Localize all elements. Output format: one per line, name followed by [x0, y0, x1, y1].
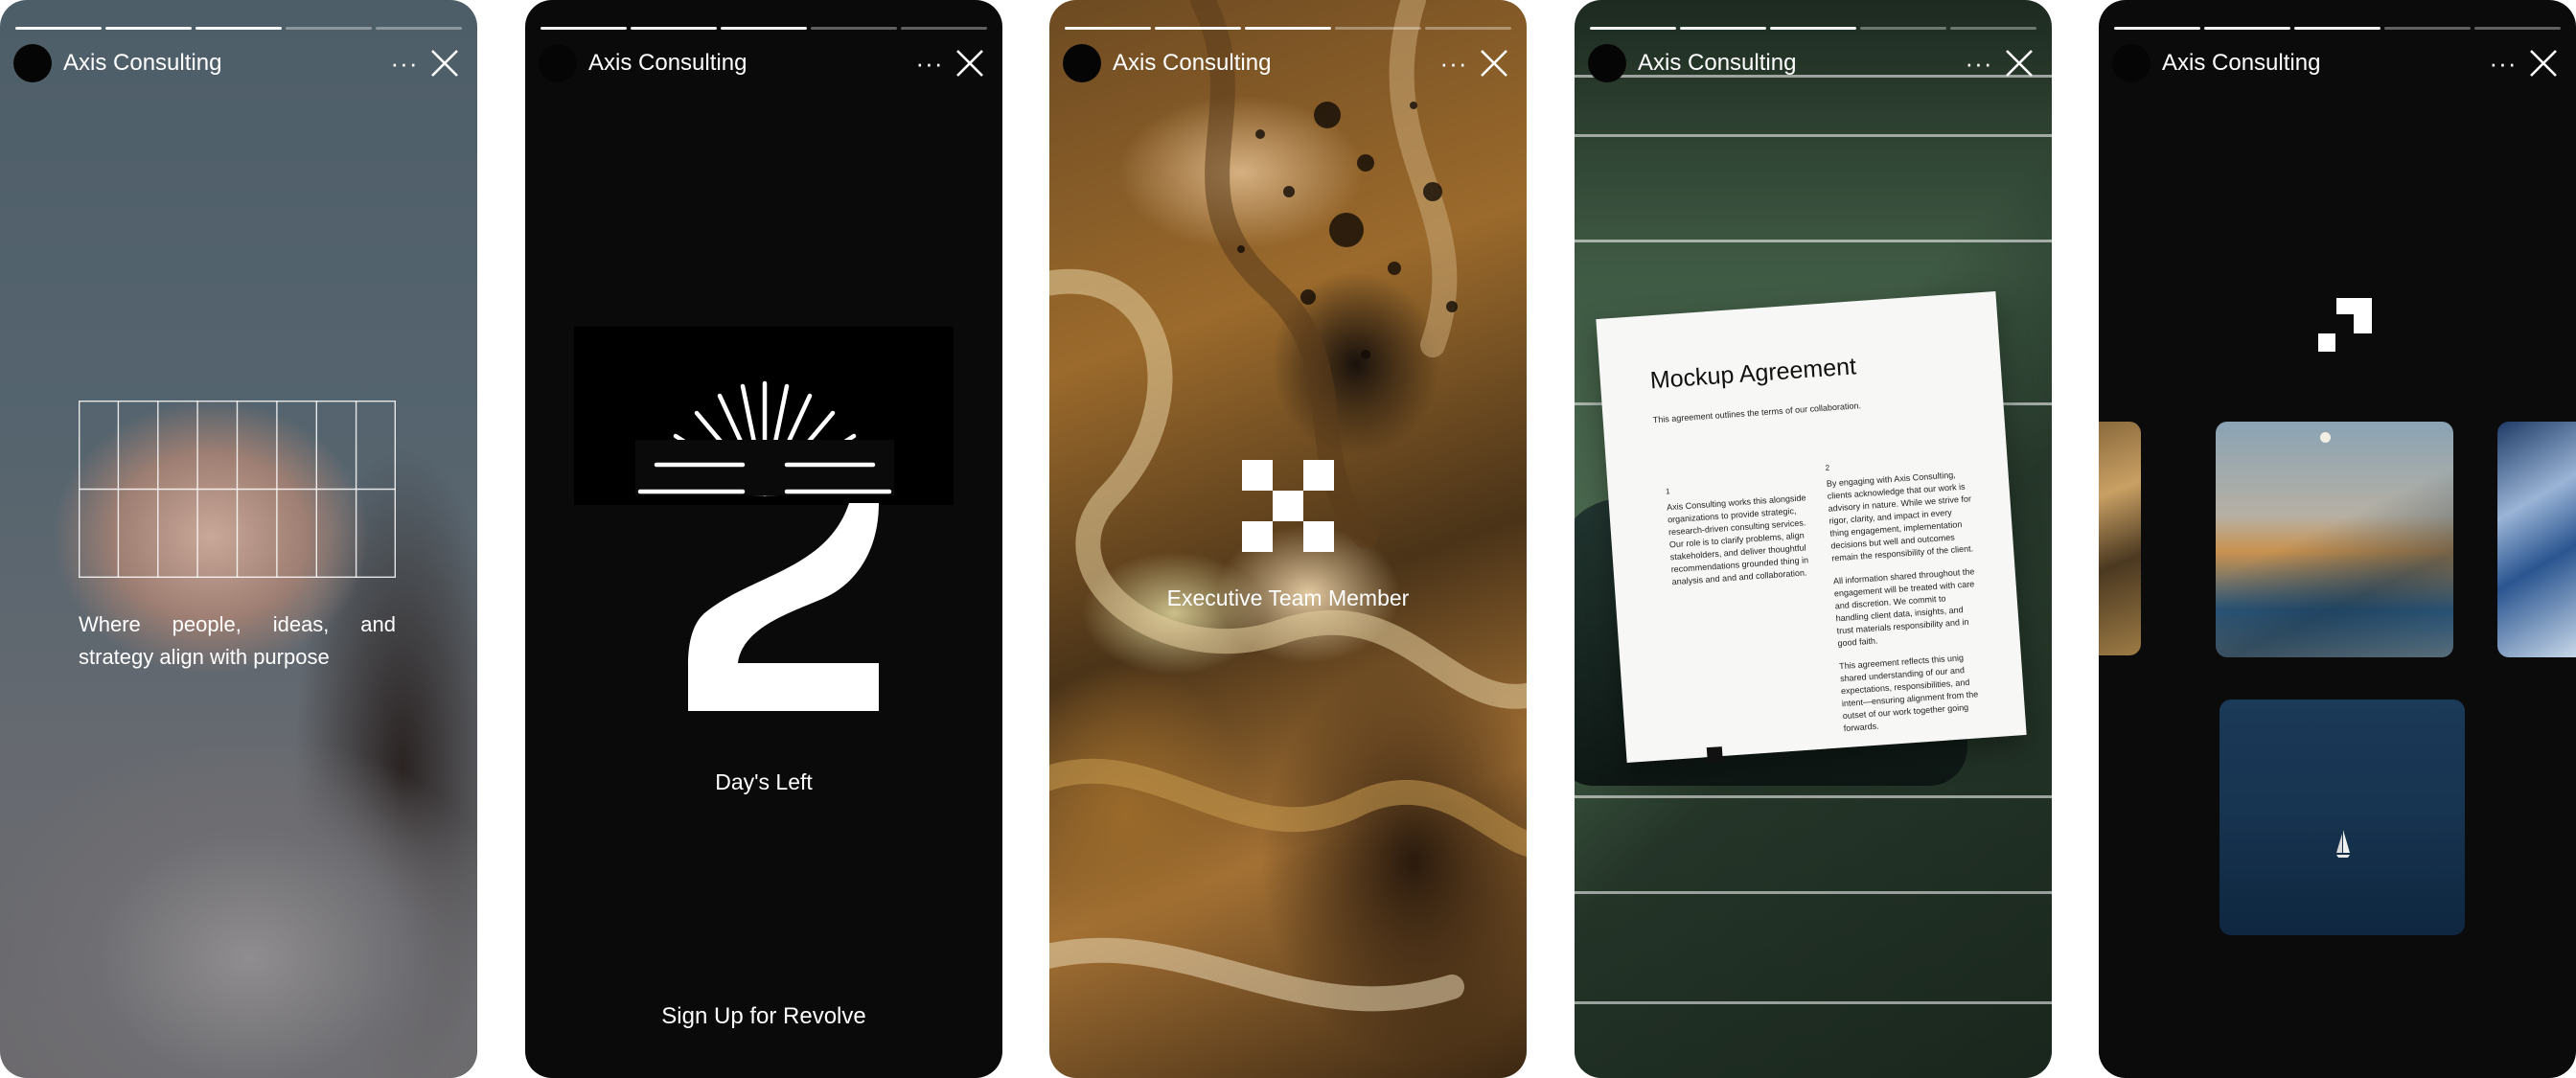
progress-segment	[1680, 27, 1766, 30]
more-icon[interactable]: ···	[1958, 44, 2000, 82]
brand-name[interactable]: Axis Consulting	[1638, 50, 1958, 77]
progress-segment	[286, 27, 372, 30]
checker-logo-icon	[1242, 460, 1334, 552]
document-title: Mockup Agreement	[1648, 353, 1857, 395]
progress-segment	[540, 27, 627, 30]
close-icon[interactable]	[2524, 44, 2563, 82]
countdown-label: Day's Left	[715, 769, 813, 794]
progress-segment	[2204, 27, 2290, 30]
progress-bar	[1065, 27, 1511, 30]
progress-segment	[1950, 27, 2036, 30]
document-column-left: 1 Axis Consulting works this alongside o…	[1666, 475, 1817, 599]
gallery-image-blue-marble[interactable]	[2497, 422, 2576, 657]
more-icon[interactable]: ···	[908, 44, 951, 82]
sunrise-number-two-icon	[635, 380, 894, 711]
progress-segment	[1335, 27, 1421, 30]
gallery-image-marble[interactable]	[2099, 422, 2141, 655]
story-header: Axis Consulting ···	[13, 44, 464, 82]
brand-name[interactable]: Axis Consulting	[63, 50, 383, 77]
progress-bar	[2114, 27, 2561, 30]
story-header: Axis Consulting ···	[1588, 44, 2038, 82]
avatar[interactable]	[1588, 44, 1626, 82]
progress-segment	[1155, 27, 1241, 30]
close-icon[interactable]	[951, 44, 989, 82]
document-paragraph: All information shared throughout the en…	[1832, 566, 1975, 649]
more-icon[interactable]: ···	[383, 44, 426, 82]
document-column-right: 2 By engaging with Axis Consulting, clie…	[1825, 451, 1988, 745]
parking-line	[1575, 891, 2052, 894]
progress-segment	[901, 27, 987, 30]
progress-segment	[1860, 27, 1946, 30]
more-icon[interactable]: ···	[2482, 44, 2524, 82]
close-icon[interactable]	[2000, 44, 2038, 82]
story-card-1[interactable]: Axis Consulting ··· Where people, ideas,…	[0, 0, 477, 1078]
close-icon[interactable]	[426, 44, 464, 82]
member-label: Executive Team Member	[1166, 585, 1410, 610]
progress-segment	[811, 27, 897, 30]
progress-bar	[540, 27, 987, 30]
progress-segment	[1590, 27, 1676, 30]
moon-icon	[2320, 432, 2331, 443]
progress-segment	[1425, 27, 1511, 30]
progress-segment	[1245, 27, 1331, 30]
parking-line	[1575, 1001, 2052, 1004]
story-caption: Where people, ideas, and strategy align …	[79, 612, 396, 669]
more-icon[interactable]: ···	[1433, 44, 1475, 82]
parking-line	[1575, 134, 2052, 137]
story-card-2[interactable]: Axis Consulting ··· Day's Left Sign Up f…	[525, 0, 1002, 1078]
brand-name[interactable]: Axis Consulting	[588, 50, 908, 77]
close-icon[interactable]	[1475, 44, 1513, 82]
gallery-image-dune[interactable]	[2216, 422, 2453, 657]
progress-segment	[376, 27, 462, 30]
document-subtitle: This agreement outlines the terms of our…	[1652, 401, 1862, 425]
progress-segment	[15, 27, 102, 30]
progress-segment	[196, 27, 282, 30]
story-card-5[interactable]: Axis Consulting ···	[2099, 0, 2576, 1078]
progress-segment	[721, 27, 807, 30]
avatar[interactable]	[539, 44, 577, 82]
progress-segment	[2384, 27, 2471, 30]
story-header: Axis Consulting ···	[2112, 44, 2563, 82]
square-mark-icon	[1706, 746, 1723, 764]
gallery-image-sea[interactable]	[2220, 700, 2465, 935]
progress-bar	[1590, 27, 2036, 30]
avatar[interactable]	[2112, 44, 2150, 82]
avatar[interactable]	[1063, 44, 1101, 82]
progress-segment	[2114, 27, 2200, 30]
parking-line	[1575, 795, 2052, 798]
story-header: Axis Consulting ···	[539, 44, 989, 82]
story-card-4[interactable]: Axis Consulting ··· Mockup Agreement Thi…	[1575, 0, 2052, 1078]
story-header: Axis Consulting ···	[1063, 44, 1513, 82]
progress-bar	[15, 27, 462, 30]
signup-button[interactable]: Sign Up for Revolve	[525, 1003, 1002, 1030]
document-paragraph: Axis Consulting works this alongside org…	[1666, 493, 1809, 587]
progress-segment	[1770, 27, 1856, 30]
agreement-document: Mockup Agreement This agreement outlines…	[1596, 290, 2027, 764]
progress-segment	[2294, 27, 2380, 30]
progress-segment	[631, 27, 717, 30]
progress-segment	[1065, 27, 1151, 30]
corner-logo-icon	[2318, 298, 2372, 352]
avatar[interactable]	[13, 44, 52, 82]
grid-overlay-icon	[79, 401, 396, 578]
document-paragraph: By engaging with Axis Consulting, client…	[1826, 470, 1974, 563]
progress-segment	[2474, 27, 2561, 30]
progress-segment	[105, 27, 192, 30]
story-card-3[interactable]: Axis Consulting ··· Executive Team Membe…	[1049, 0, 1527, 1078]
sailboat-icon	[2336, 830, 2350, 858]
brand-name[interactable]: Axis Consulting	[2162, 50, 2482, 77]
parking-line	[1575, 240, 2052, 242]
document-paragraph: This agreement reflects this unig shared…	[1838, 653, 1979, 734]
brand-name[interactable]: Axis Consulting	[1113, 50, 1433, 77]
